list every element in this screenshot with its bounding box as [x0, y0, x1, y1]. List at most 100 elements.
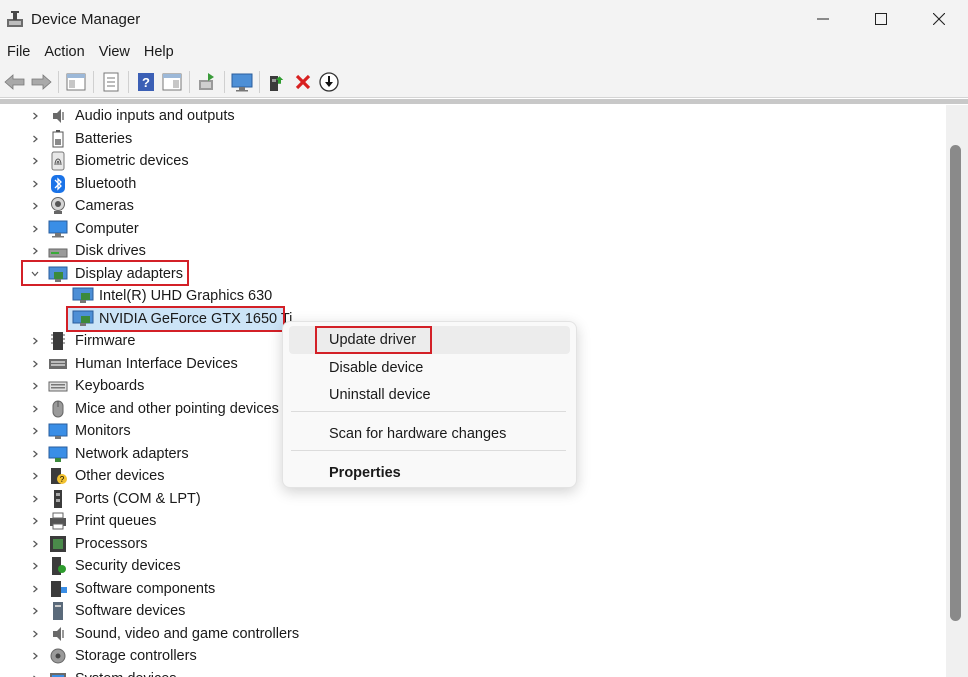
software-components-icon [48, 579, 68, 599]
tree-item-label: Storage controllers [75, 648, 197, 665]
title-bar: Device Manager [0, 0, 968, 38]
chevron-right-icon[interactable] [29, 128, 41, 150]
svg-text:?: ? [60, 475, 65, 484]
action-pane-button[interactable] [159, 69, 185, 95]
tree-item-label: Mice and other pointing devices [75, 400, 279, 417]
tree-item-ports-com-lpt[interactable]: Ports (COM & LPT) [0, 488, 946, 511]
tree-item-label: Print queues [75, 513, 157, 530]
menu-file[interactable]: File [0, 38, 37, 66]
tree-item-storage-controllers[interactable]: Storage controllers [0, 645, 946, 668]
menu-view[interactable]: View [92, 38, 137, 66]
display-icon [231, 73, 253, 91]
tree-item-print-queues[interactable]: Print queues [0, 510, 946, 533]
chevron-right-icon[interactable] [29, 668, 41, 677]
display-button[interactable] [229, 69, 255, 95]
back-icon [4, 73, 25, 90]
chevron-right-icon[interactable] [29, 533, 41, 555]
tree-item-label: Human Interface Devices [75, 355, 238, 372]
forward-icon [31, 73, 52, 90]
chevron-right-icon[interactable] [29, 443, 41, 465]
tree-item-audio-inputs-and-outputs[interactable]: Audio inputs and outputs [0, 105, 946, 128]
tree-item-sound-video-and-game-controllers[interactable]: Sound, video and game controllers [0, 623, 946, 646]
scan-hardware-button[interactable] [194, 69, 220, 95]
chevron-right-icon[interactable] [29, 488, 41, 510]
chevron-right-icon[interactable] [29, 173, 41, 195]
speaker-icon [48, 106, 68, 126]
chevron-right-icon[interactable] [29, 150, 41, 172]
add-driver-button[interactable] [264, 69, 290, 95]
console-tree-button[interactable] [63, 69, 89, 95]
tree-child-label: Intel(R) UHD Graphics 630 [99, 288, 273, 305]
bluetooth-icon [48, 174, 68, 194]
scrollbar-thumb[interactable] [950, 145, 961, 621]
tree-item-label: Firmware [75, 333, 136, 350]
storage-icon [48, 646, 68, 666]
uninstall-button[interactable] [290, 69, 316, 95]
context-menu-uninstall-device[interactable]: Uninstall device [289, 381, 570, 409]
chevron-right-icon[interactable] [29, 195, 41, 217]
properties-icon [103, 72, 119, 91]
network-icon [48, 444, 68, 464]
back-button[interactable] [2, 69, 28, 95]
chevron-right-icon[interactable] [29, 218, 41, 240]
chevron-right-icon[interactable] [29, 510, 41, 532]
chevron-right-icon[interactable] [29, 105, 41, 127]
tree-item-label: Bluetooth [75, 175, 137, 192]
properties-button[interactable] [98, 69, 124, 95]
tree-item-label: Biometric devices [75, 153, 189, 170]
chevron-right-icon[interactable] [29, 465, 41, 487]
chevron-right-icon[interactable] [29, 645, 41, 667]
keyboard-icon [48, 376, 68, 396]
tree-item-software-devices[interactable]: Software devices [0, 600, 946, 623]
maximize-button[interactable] [852, 0, 910, 38]
tree-item-label: Security devices [75, 558, 181, 575]
tree-item-software-components[interactable]: Software components [0, 578, 946, 601]
uninstall-device-label: Uninstall device [329, 387, 431, 403]
context-menu-scan-hardware[interactable]: Scan for hardware changes [289, 420, 570, 448]
menu-action[interactable]: Action [37, 38, 91, 66]
tree-child-intel-r-uhd-graphics-630[interactable]: Intel(R) UHD Graphics 630 [0, 285, 946, 308]
update-driver-icon [319, 71, 339, 92]
context-menu-separator [291, 411, 566, 412]
chevron-right-icon[interactable] [29, 555, 41, 577]
tree-item-biometric-devices[interactable]: Biometric devices [0, 150, 946, 173]
tree-item-system-devices[interactable]: System devices [0, 668, 946, 677]
tree-item-label: Network adapters [75, 445, 189, 462]
chevron-right-icon[interactable] [29, 600, 41, 622]
close-button[interactable] [910, 0, 968, 38]
tree-item-security-devices[interactable]: Security devices [0, 555, 946, 578]
mouse-icon [48, 399, 68, 419]
tree-item-cameras[interactable]: Cameras [0, 195, 946, 218]
firmware-icon [48, 331, 68, 351]
disk-icon [48, 241, 68, 261]
context-menu-properties[interactable]: Properties [289, 459, 570, 487]
software-devices-icon [48, 601, 68, 621]
help-button[interactable]: ? [133, 69, 159, 95]
context-menu-disable-device[interactable]: Disable device [289, 354, 570, 382]
tree-item-label: Software components [75, 580, 216, 597]
chevron-right-icon[interactable] [29, 330, 41, 352]
context-menu: Update driver Disable device Uninstall d… [282, 321, 577, 488]
chevron-right-icon[interactable] [29, 578, 41, 600]
chevron-right-icon[interactable] [29, 420, 41, 442]
tree-item-processors[interactable]: Processors [0, 533, 946, 556]
chevron-right-icon[interactable] [29, 353, 41, 375]
chevron-right-icon[interactable] [29, 375, 41, 397]
tree-item-computer[interactable]: Computer [0, 218, 946, 241]
chevron-right-icon[interactable] [29, 398, 41, 420]
tree-item-bluetooth[interactable]: Bluetooth [0, 173, 946, 196]
tree-item-label: Monitors [75, 423, 131, 440]
tree-item-batteries[interactable]: Batteries [0, 128, 946, 151]
toolbar: ? [0, 66, 968, 98]
minimize-button[interactable] [794, 0, 852, 38]
forward-button[interactable] [28, 69, 54, 95]
fingerprint-icon [48, 151, 68, 171]
toolbar-separator [189, 70, 190, 93]
vertical-scrollbar[interactable] [946, 105, 968, 677]
device-manager-icon [6, 9, 26, 29]
chevron-right-icon[interactable] [29, 623, 41, 645]
menu-help[interactable]: Help [137, 38, 181, 66]
tree-item-label: Processors [75, 535, 148, 552]
update-driver-button[interactable] [316, 69, 342, 95]
toolbar-separator [93, 70, 94, 93]
